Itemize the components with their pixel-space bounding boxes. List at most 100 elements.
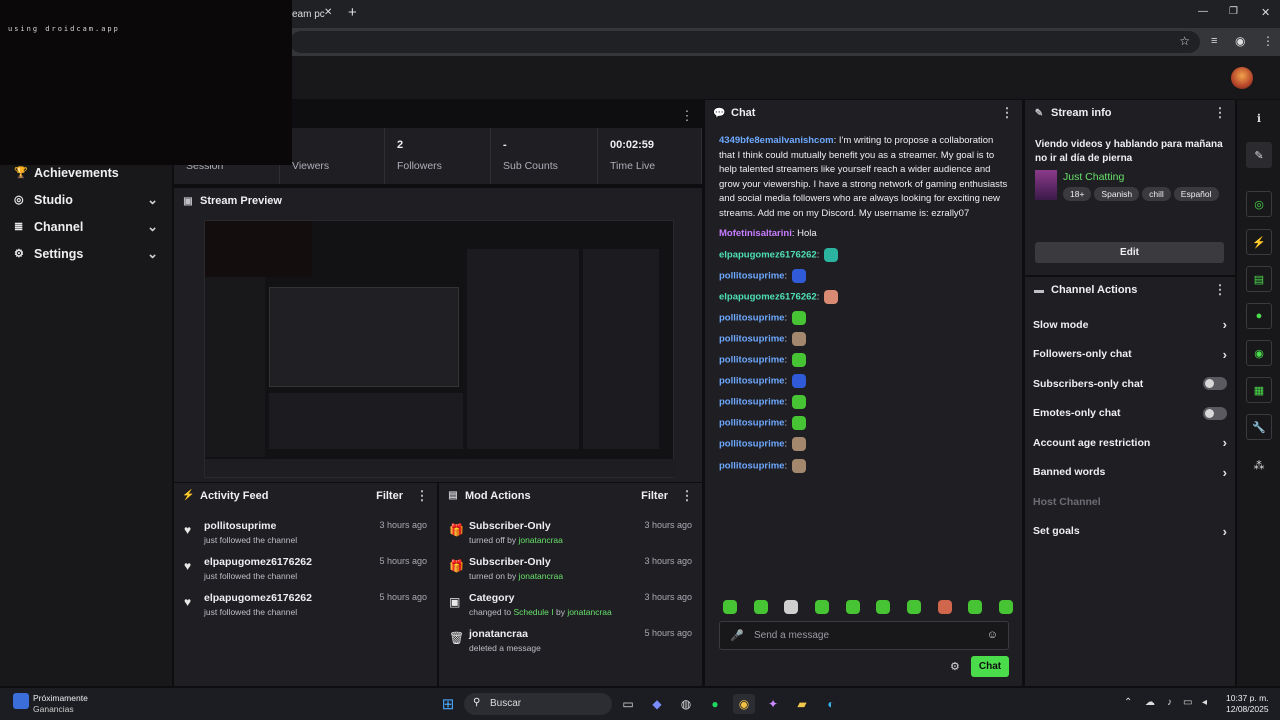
copilot-icon[interactable]: ✦ <box>762 694 784 714</box>
toggle-switch[interactable] <box>1203 406 1227 420</box>
file-explorer-icon[interactable]: ▰ <box>791 694 813 714</box>
camera-target-icon[interactable]: ◎ <box>1246 191 1272 217</box>
activity-item[interactable]: ♥ pollitosuprime just followed the channel… <box>174 514 437 550</box>
edit-stream-icon[interactable]: ✎ <box>1246 142 1272 168</box>
chevron-right-icon[interactable]: › <box>1223 524 1227 539</box>
chevron-down-icon[interactable]: ⌄ <box>147 246 158 262</box>
clock-date[interactable]: 12/08/2025 <box>1226 704 1269 714</box>
chat-username[interactable]: pollitosuprime <box>719 355 784 366</box>
channel-action-account-age-restriction[interactable]: Account age restriction › <box>1025 428 1235 458</box>
emote-picker-icon[interactable]: ☺ <box>987 629 998 641</box>
mod-action-highlight[interactable]: Schedule I <box>513 607 553 617</box>
activity-item[interactable]: ♥ elpapugomez6176262 just followed the cha… <box>174 586 437 622</box>
channel-action-banned-words[interactable]: Banned words › <box>1025 458 1235 488</box>
edge-icon[interactable]: ◐ <box>820 694 842 714</box>
tag-chip[interactable]: chill <box>1142 187 1171 201</box>
chevron-right-icon[interactable]: › <box>1223 435 1227 450</box>
add-widget-icon[interactable]: ⁂ <box>1246 452 1272 478</box>
chat-username[interactable]: pollitosuprime <box>719 333 784 344</box>
chevron-right-icon[interactable]: › <box>1223 465 1227 480</box>
address-bar[interactable]: ☆ <box>290 31 1200 53</box>
emote-shortcut-icon[interactable] <box>998 600 1013 614</box>
document-icon[interactable]: ▤ <box>1246 266 1272 292</box>
edit-button[interactable]: Edit <box>1035 242 1224 263</box>
emote-shortcut-icon[interactable] <box>968 600 983 614</box>
emote-shortcut-icon[interactable] <box>876 600 891 614</box>
tray-chevron-icon[interactable]: ⌃ <box>1124 697 1132 708</box>
layout-icon[interactable]: ▦ <box>1246 377 1272 403</box>
category-name[interactable]: Just Chatting <box>1063 171 1124 183</box>
tag-chip[interactable]: Spanish <box>1094 187 1140 201</box>
minimize-button[interactable]: — <box>1198 6 1208 17</box>
chevron-right-icon[interactable]: › <box>1223 347 1227 362</box>
chat-username[interactable]: elpapugomez6176262 <box>719 249 817 260</box>
tag-chip[interactable]: 18+ <box>1063 187 1092 201</box>
chevron-down-icon[interactable]: ⌄ <box>147 192 158 208</box>
emote-shortcut-icon[interactable] <box>723 600 737 614</box>
toggle-switch[interactable] <box>1203 377 1227 391</box>
channel-action-set-goals[interactable]: Set goals › <box>1025 517 1235 547</box>
mod-action-highlight[interactable]: jonatancraa <box>519 571 563 581</box>
activity-user[interactable]: elpapugomez6176262 <box>204 556 379 568</box>
chat-username[interactable]: pollitosuprime <box>719 418 784 429</box>
chevron-down-icon[interactable]: ⌄ <box>147 219 158 235</box>
chat-username[interactable]: Mofetinisaltarini <box>719 228 792 239</box>
activity-user[interactable]: elpapugomez6176262 <box>204 592 379 604</box>
activity-item[interactable]: ♥ elpapugomez6176262 just followed the cha… <box>174 550 437 586</box>
emote-shortcut-icon[interactable] <box>814 600 829 614</box>
tray-mic-icon[interactable]: ♪ <box>1167 697 1172 708</box>
mod-action-highlight[interactable]: jonatancraa <box>518 535 562 545</box>
stream-info-more-icon[interactable]: ⋮ <box>1213 105 1227 121</box>
emote-shortcut-icon[interactable] <box>784 600 799 614</box>
emote-shortcut-icon[interactable] <box>845 600 860 614</box>
tag-chip[interactable]: Español <box>1173 187 1219 201</box>
mod-action-item[interactable]: 🎁 Subscriber-Only turned off by jonatancra… <box>439 514 702 550</box>
wrench-icon[interactable]: 🔧 <box>1246 414 1272 440</box>
app-icon[interactable]: ◍ <box>675 694 697 714</box>
mod-action-item[interactable]: 🗑 jonatancraa deleted a message 5 hours ago <box>439 622 702 658</box>
activity-user[interactable]: pollitosuprime <box>204 520 379 532</box>
mod-more-icon[interactable]: ⋮ <box>680 488 694 504</box>
restore-button[interactable]: ❐ <box>1229 6 1238 17</box>
chat-username[interactable]: pollitosuprime <box>719 270 784 281</box>
chat-settings-icon[interactable]: ⚙ <box>950 660 960 673</box>
broadcast-icon[interactable]: ◉ <box>1246 340 1272 366</box>
chat-send-button[interactable]: Chat <box>971 656 1009 677</box>
avatar[interactable] <box>1231 67 1253 89</box>
stream-preview-video[interactable] <box>204 220 675 478</box>
activity-filter-button[interactable]: Filter <box>376 490 403 502</box>
weather-text[interactable]: Próximamente <box>33 693 88 703</box>
new-tab-button[interactable]: + <box>348 4 357 21</box>
emote-shortcut-icon[interactable] <box>906 600 921 614</box>
media-icon[interactable]: ≡ <box>1211 35 1217 47</box>
emote-shortcut-icon[interactable] <box>753 600 768 614</box>
sidebar-item-channel[interactable]: ≣ Channel ⌄ <box>0 213 172 240</box>
channel-action-subscribers-only-chat[interactable]: Subscribers-only chat <box>1025 369 1235 399</box>
channel-actions-more-icon[interactable]: ⋮ <box>1213 282 1227 298</box>
mod-action-item[interactable]: 🎁 Subscriber-Only turned on by jonatancraa… <box>439 550 702 586</box>
chat-rail-icon[interactable]: ● <box>1246 303 1272 329</box>
chat-username[interactable]: pollitosuprime <box>719 397 784 408</box>
mod-filter-button[interactable]: Filter <box>641 490 668 502</box>
bolt-rail-icon[interactable]: ⚡ <box>1246 229 1272 255</box>
mod-action-user[interactable]: jonatancraa <box>567 607 611 617</box>
tray-network-icon[interactable]: ▭ <box>1183 697 1192 708</box>
chat-username[interactable]: pollitosuprime <box>719 376 784 387</box>
chat-username[interactable]: 4349bfe8emailvanishcom <box>719 135 834 146</box>
emote-shortcut-icon[interactable] <box>937 600 952 614</box>
sidebar-item-studio[interactable]: ◎ Studio ⌄ <box>0 186 172 213</box>
chat-username[interactable]: pollitosuprime <box>719 460 784 471</box>
tray-cloud-icon[interactable]: ☁ <box>1145 697 1155 708</box>
channel-action-emotes-only-chat[interactable]: Emotes-only chat <box>1025 399 1235 429</box>
sidebar-item-settings[interactable]: ⚙ Settings ⌄ <box>0 240 172 267</box>
channel-action-slow-mode[interactable]: Slow mode › <box>1025 310 1235 340</box>
close-window-button[interactable]: ✕ <box>1261 6 1270 19</box>
mod-action-item[interactable]: ▣ Category changed to Schedule I by jonata… <box>439 586 702 622</box>
discord-icon[interactable]: ◆ <box>646 694 668 714</box>
activity-more-icon[interactable]: ⋮ <box>415 488 429 504</box>
chat-username[interactable]: elpapugomez6176262 <box>719 291 817 302</box>
tab-close-icon[interactable]: ✕ <box>324 7 332 18</box>
info-icon[interactable]: ℹ <box>1246 105 1272 131</box>
spotify-icon[interactable]: ● <box>704 694 726 714</box>
chat-username[interactable]: pollitosuprime <box>719 439 784 450</box>
